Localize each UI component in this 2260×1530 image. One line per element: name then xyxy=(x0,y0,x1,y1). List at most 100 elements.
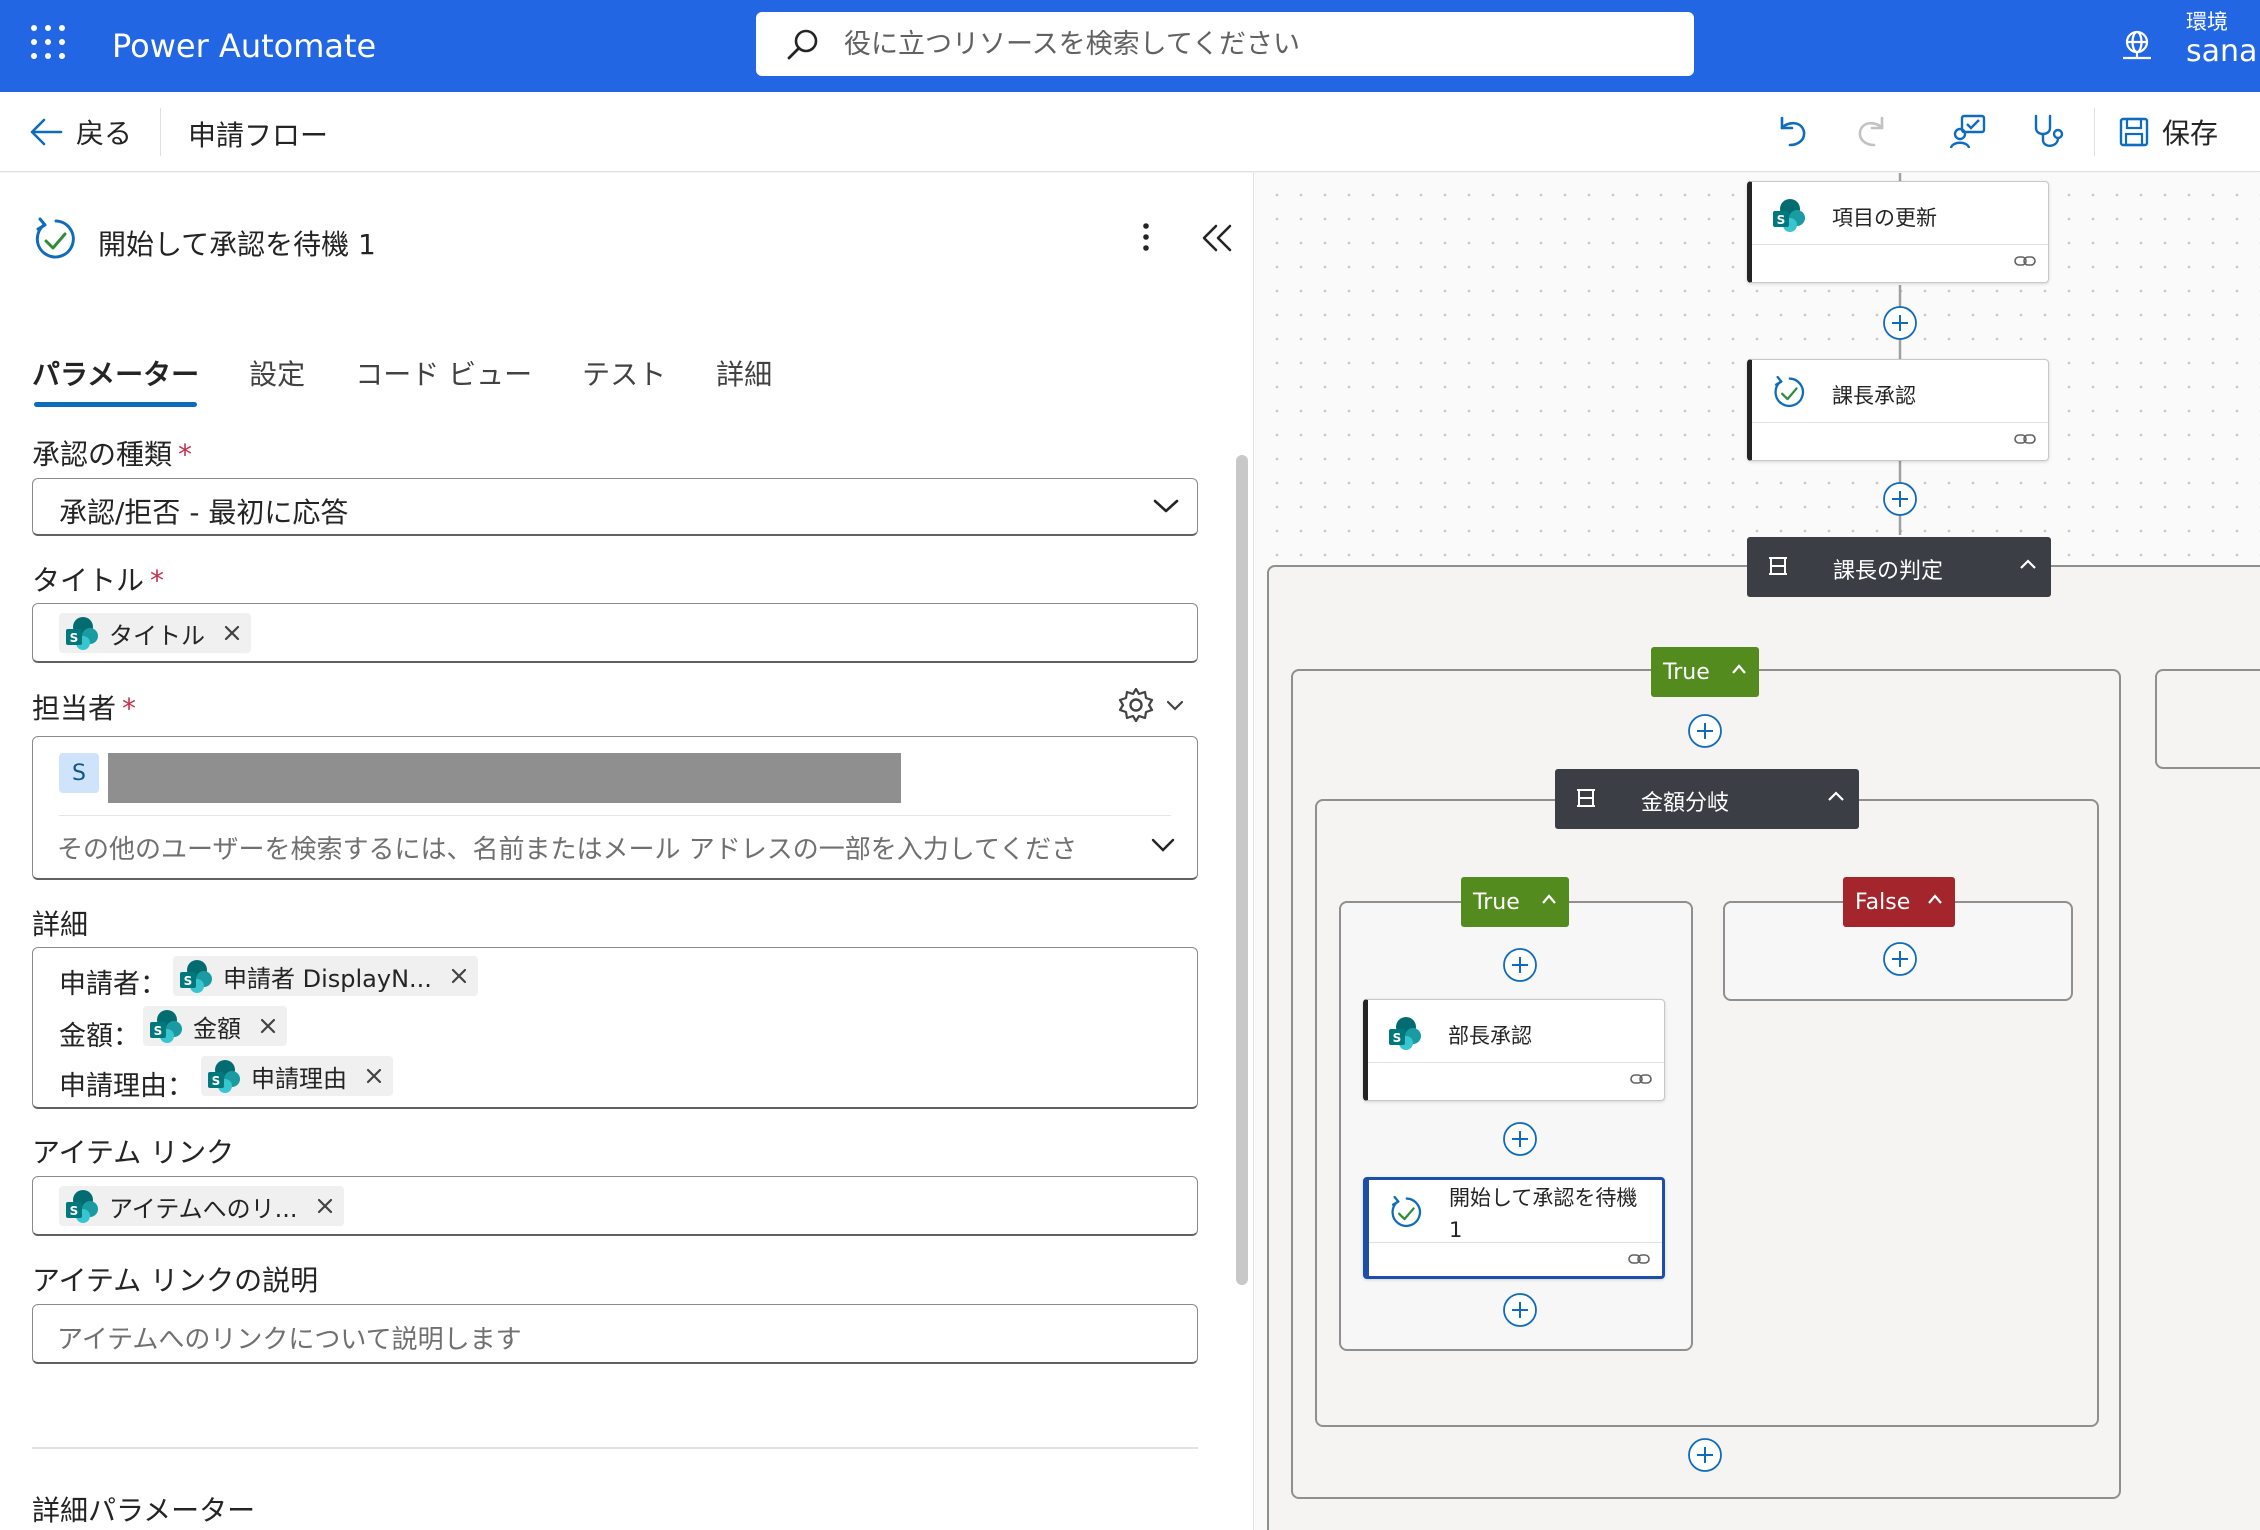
dynamic-token-amount[interactable]: S 金額 xyxy=(143,1006,287,1046)
panel-scrollbar[interactable] xyxy=(1236,455,1248,1285)
tab-parameters[interactable]: パラメーター xyxy=(32,353,199,407)
branch-label: True xyxy=(1473,889,1520,915)
add-step-icon[interactable] xyxy=(1502,1121,1538,1157)
search-input[interactable] xyxy=(844,20,1664,68)
command-bar: 戻る 申請フロー 保存 xyxy=(0,92,2260,172)
dynamic-token-reason[interactable]: S 申請理由 xyxy=(201,1056,393,1096)
sharepoint-icon: S xyxy=(180,960,212,993)
item-link-desc-field[interactable]: アイテムへのリンクについて説明します xyxy=(32,1304,1198,1364)
details-field[interactable]: 申請者： S 申請者 DisplayN... 金額： S 金額 申請理由： S … xyxy=(32,947,1198,1109)
branch-true-outer[interactable]: True xyxy=(1651,647,1759,697)
dynamic-token-applicant[interactable]: S 申請者 DisplayN... xyxy=(173,956,478,996)
user-avatar: S xyxy=(59,753,99,793)
tab-about[interactable]: 詳細 xyxy=(716,353,772,407)
chevron-down-icon[interactable] xyxy=(1166,699,1184,713)
flow-name[interactable]: 申請フロー xyxy=(188,114,328,154)
chevron-up-icon[interactable] xyxy=(1927,893,1943,905)
action-card-start-and-wait[interactable]: 開始して承認を待機 1 xyxy=(1363,1177,1665,1279)
chevron-up-icon[interactable] xyxy=(2019,557,2037,571)
assignee-field[interactable]: S その他のユーザーを検索するには、名前またはメール アドレスの一部を入力してく… xyxy=(32,736,1198,880)
panel-title[interactable]: 開始して承認を待機 1 xyxy=(98,223,376,263)
gear-icon[interactable] xyxy=(1118,687,1154,723)
app-title[interactable]: Power Automate xyxy=(112,24,376,68)
card-divider xyxy=(1752,244,2048,245)
svg-text:S: S xyxy=(1393,1031,1402,1045)
item-link-desc-label: アイテム リンクの説明 xyxy=(32,1264,319,1297)
redo-icon[interactable] xyxy=(1852,112,1892,152)
remove-token-icon[interactable] xyxy=(450,967,468,985)
svg-text:S: S xyxy=(70,1204,79,1218)
remove-token-icon[interactable] xyxy=(259,1017,277,1035)
back-label: 戻る xyxy=(76,117,133,150)
add-step-icon[interactable] xyxy=(1882,941,1918,977)
tab-testing[interactable]: テスト xyxy=(582,353,666,407)
approval-icon xyxy=(1774,375,1805,408)
more-options-icon[interactable] xyxy=(1130,221,1162,253)
item-link-field[interactable]: S アイテムへのリ... xyxy=(32,1176,1198,1236)
assignee-search-placeholder[interactable]: その他のユーザーを検索するには、名前またはメール アドレスの一部を入力してくださ xyxy=(57,829,1133,866)
flow-designer-canvas[interactable]: S 項目の更新 課長承認 課長の判定 True 金額分岐 True False … xyxy=(1255,173,2260,1530)
undo-icon[interactable] xyxy=(1772,112,1812,152)
approval-type-label: 承認の種類 * xyxy=(32,433,192,473)
flow-checker-icon[interactable] xyxy=(2028,112,2068,152)
details-label: 詳細 xyxy=(32,908,89,941)
dynamic-token-title[interactable]: S タイトル xyxy=(59,613,251,653)
copilot-feedback-icon[interactable] xyxy=(1948,112,1988,152)
dynamic-token-item-link[interactable]: S アイテムへのリ... xyxy=(59,1186,344,1226)
add-step-icon[interactable] xyxy=(1502,1292,1538,1328)
details-line-prefix: 申請者： xyxy=(59,969,167,1000)
title-field[interactable]: S タイトル xyxy=(32,603,1198,663)
search-icon xyxy=(787,29,818,60)
svg-text:S: S xyxy=(1777,213,1786,227)
advanced-parameters-label[interactable]: 詳細パラメーター xyxy=(32,1489,255,1529)
back-button[interactable]: 戻る xyxy=(28,112,132,152)
link-icon xyxy=(1628,1254,1650,1264)
chevron-up-icon[interactable] xyxy=(1541,893,1557,905)
action-card-update-item[interactable]: S 項目の更新 xyxy=(1747,181,2049,283)
link-icon xyxy=(2014,256,2036,266)
card-divider xyxy=(1752,422,2048,423)
action-card-director-approval[interactable]: S 部長承認 xyxy=(1363,999,1665,1101)
add-step-icon[interactable] xyxy=(1502,947,1538,983)
back-arrow-icon xyxy=(30,118,63,146)
required-mark: * xyxy=(178,438,193,471)
branch-false-amount[interactable]: False xyxy=(1843,877,1955,927)
approval-type-value: 承認/拒否 - 最初に応答 xyxy=(59,496,349,529)
card-divider xyxy=(1369,1242,1662,1243)
search-box[interactable] xyxy=(756,12,1694,76)
condition-section-decision[interactable]: 課長の判定 xyxy=(1747,537,2051,597)
sharepoint-icon: S xyxy=(150,1010,182,1043)
remove-token-icon[interactable] xyxy=(365,1067,383,1085)
remove-token-icon[interactable] xyxy=(316,1197,334,1215)
chevron-up-icon[interactable] xyxy=(1827,789,1845,803)
environment-name[interactable]: sanan xyxy=(2186,34,2260,69)
environment-icon[interactable] xyxy=(2120,28,2154,62)
add-step-icon[interactable] xyxy=(1882,481,1918,517)
chevron-down-icon[interactable] xyxy=(1151,837,1175,853)
app-launcher-icon[interactable] xyxy=(30,24,66,60)
chevron-up-icon[interactable] xyxy=(1731,663,1747,675)
svg-text:S: S xyxy=(70,631,79,645)
tab-code-view[interactable]: コード ビュー xyxy=(355,353,532,407)
sharepoint-icon: S xyxy=(66,617,98,650)
tab-settings[interactable]: 設定 xyxy=(249,353,305,407)
divider xyxy=(59,815,1171,816)
sharepoint-icon: S xyxy=(1389,1017,1421,1050)
condition-icon xyxy=(1769,557,1787,575)
save-button[interactable]: 保存 xyxy=(2118,112,2218,152)
section-divider xyxy=(32,1447,1198,1449)
add-step-icon[interactable] xyxy=(1687,713,1723,749)
branch-true-amount[interactable]: True xyxy=(1461,877,1569,927)
command-separator-2 xyxy=(2094,108,2095,156)
collapse-panel-icon[interactable] xyxy=(1200,223,1236,253)
remove-token-icon[interactable] xyxy=(223,624,241,642)
add-step-icon[interactable] xyxy=(1882,305,1918,341)
add-step-icon[interactable] xyxy=(1687,1437,1723,1473)
condition-amount-branch[interactable]: 金額分岐 xyxy=(1555,769,1859,829)
branch-label: True xyxy=(1663,659,1710,685)
action-card-section-approval[interactable]: 課長承認 xyxy=(1747,359,2049,461)
condition-icon xyxy=(1577,789,1595,807)
sharepoint-icon: S xyxy=(66,1190,98,1223)
condition-label: 課長の判定 xyxy=(1833,559,1944,584)
approval-type-dropdown[interactable]: 承認/拒否 - 最初に応答 xyxy=(32,478,1198,536)
